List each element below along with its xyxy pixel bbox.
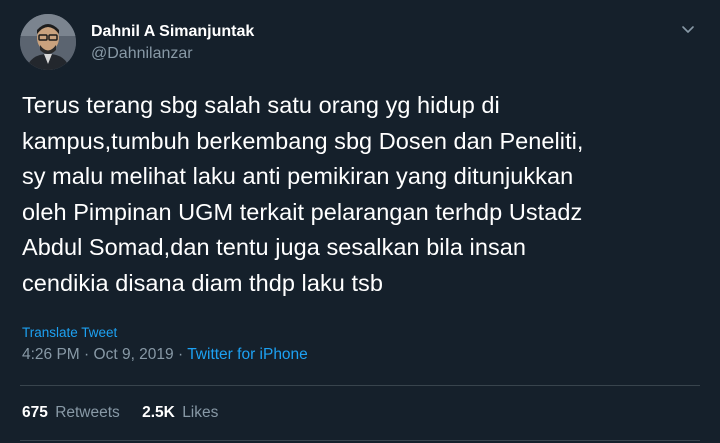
tweet-text-line: sy malu melihat laku anti pemikiran yang…	[22, 163, 574, 189]
author-info: Dahnil A Simanjuntak @Dahnilanzar	[91, 22, 254, 64]
divider	[20, 440, 700, 441]
likes-stat[interactable]: 2.5K Likes	[142, 404, 218, 421]
tweet-time[interactable]: 4:26 PM	[22, 346, 80, 363]
avatar[interactable]	[20, 14, 76, 70]
translate-tweet-link[interactable]: Translate Tweet	[22, 325, 117, 340]
tweet-stats: 675 Retweets 2.5K Likes	[22, 404, 236, 422]
meta-separator: ·	[177, 346, 184, 363]
tweet-text: Terus terang sbg salah satu orang yg hid…	[22, 88, 702, 301]
likes-count: 2.5K	[142, 404, 175, 421]
tweet-text-line: cendikia disana diam thdp laku tsb	[22, 269, 383, 296]
tweet-text-line: Abdul Somad,dan tentu juga sesalkan bila…	[22, 234, 526, 260]
tweet-source-link[interactable]: Twitter for iPhone	[187, 346, 308, 363]
tweet-text-line: Terus terang sbg salah satu orang yg hid…	[22, 92, 500, 118]
retweets-count: 675	[22, 404, 48, 421]
tweet-card: Dahnil A Simanjuntak @Dahnilanzar Terus …	[0, 0, 720, 443]
author-name[interactable]: Dahnil A Simanjuntak	[91, 22, 254, 42]
tweet-meta: 4:26 PM · Oct 9, 2019 · Twitter for iPho…	[22, 346, 308, 364]
likes-label: Likes	[182, 404, 219, 421]
tweet-date[interactable]: Oct 9, 2019	[94, 346, 174, 363]
avatar-image	[20, 14, 76, 70]
divider	[20, 385, 700, 386]
tweet-text-line: kampus,tumbuh berkembang sbg Dosen dan P…	[22, 127, 584, 154]
retweets-label: Retweets	[55, 404, 120, 421]
retweets-stat[interactable]: 675 Retweets	[22, 404, 124, 421]
more-options-button[interactable]	[679, 20, 697, 38]
author-handle[interactable]: @Dahnilanzar	[91, 44, 254, 64]
chevron-down-icon	[682, 26, 694, 33]
meta-separator: ·	[84, 346, 90, 363]
tweet-text-line: oleh Pimpinan UGM terkait pelarangan ter…	[22, 198, 583, 225]
